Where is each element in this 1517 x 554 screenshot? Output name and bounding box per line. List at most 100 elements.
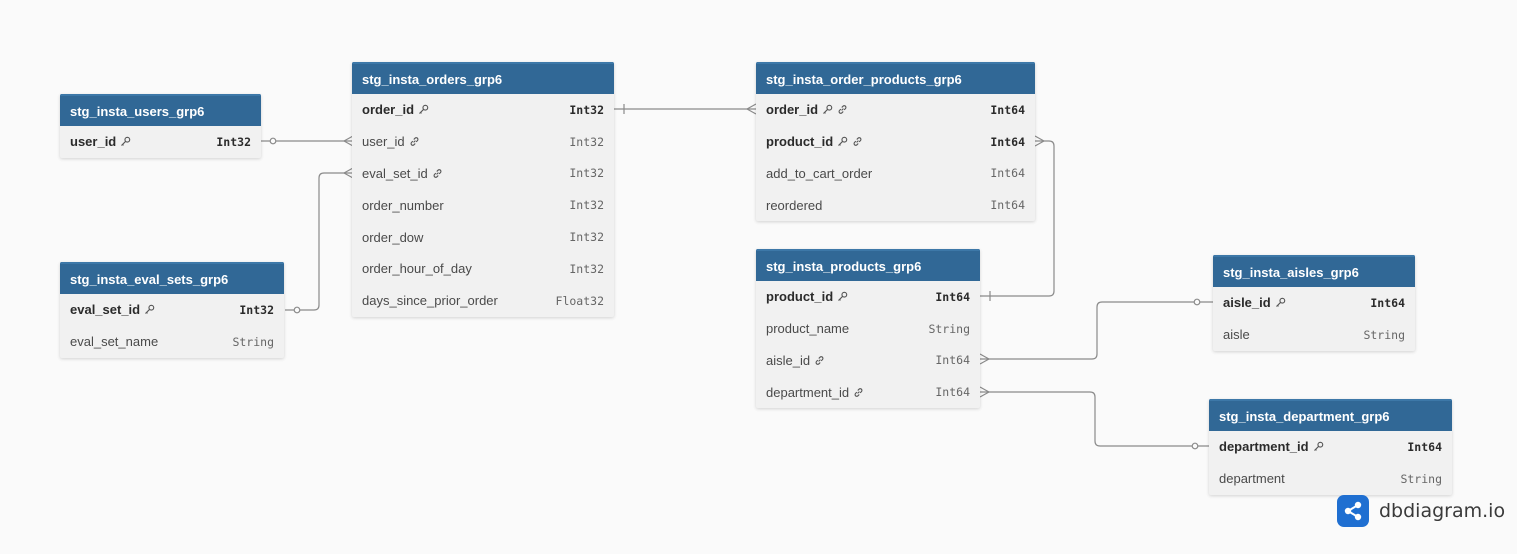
column-type: String bbox=[928, 321, 970, 336]
column-type: String bbox=[232, 334, 274, 349]
table-header[interactable]: stg_insta_department_grp6 bbox=[1209, 399, 1452, 431]
key-icon bbox=[144, 304, 155, 315]
column-row[interactable]: days_since_prior_order Float32 bbox=[352, 285, 614, 317]
column-type: Int64 bbox=[1407, 439, 1442, 454]
table-stg-insta-eval-sets-grp6[interactable]: stg_insta_eval_sets_grp6 eval_set_id Int… bbox=[60, 262, 284, 358]
column-row[interactable]: aisle String bbox=[1213, 319, 1415, 351]
column-name: order_id bbox=[362, 102, 415, 118]
column-row[interactable]: user_id Int32 bbox=[352, 126, 614, 158]
share-nodes-icon bbox=[1337, 495, 1369, 527]
table-header[interactable]: stg_insta_eval_sets_grp6 bbox=[60, 262, 284, 294]
column-row[interactable]: eval_set_id Int32 bbox=[60, 294, 284, 326]
column-type: String bbox=[1363, 327, 1405, 342]
key-icon bbox=[837, 291, 848, 302]
column-type: Int64 bbox=[990, 166, 1025, 181]
cardinality-many-marker bbox=[1034, 135, 1045, 147]
column-name: days_since_prior_order bbox=[362, 293, 498, 309]
cardinality-one-marker bbox=[293, 306, 301, 314]
key-icon bbox=[822, 104, 833, 115]
column-row[interactable]: user_id Int32 bbox=[60, 126, 261, 158]
column-type: Int32 bbox=[569, 102, 604, 117]
table-stg-insta-order-products-grp6[interactable]: stg_insta_order_products_grp6 order_id I… bbox=[756, 62, 1035, 222]
column-name: department_id bbox=[1219, 439, 1309, 455]
column-type: Int64 bbox=[935, 289, 970, 304]
column-row[interactable]: aisle_id Int64 bbox=[1213, 287, 1415, 319]
cardinality-one-marker bbox=[269, 137, 277, 145]
column-row[interactable]: reordered Int64 bbox=[756, 189, 1035, 221]
column-row[interactable]: product_id Int64 bbox=[756, 281, 980, 313]
rel-line-aisles-products bbox=[980, 301, 1213, 360]
column-name: aisle_id bbox=[766, 352, 811, 368]
column-name: eval_set_name bbox=[70, 334, 159, 350]
column-row[interactable]: aisle_id Int64 bbox=[756, 345, 980, 377]
rel-line-eval-sets-orders bbox=[285, 172, 353, 311]
column-type: Int32 bbox=[569, 166, 604, 181]
cardinality-one-marker bbox=[1193, 298, 1201, 306]
link-icon bbox=[409, 136, 420, 147]
cardinality-many-marker bbox=[746, 103, 757, 115]
column-row[interactable]: department String bbox=[1209, 463, 1452, 495]
column-row[interactable]: department_id Int64 bbox=[1209, 431, 1452, 463]
cardinality-many-marker bbox=[979, 353, 990, 365]
column-name: order_number bbox=[362, 197, 444, 213]
column-type: Int32 bbox=[569, 134, 604, 149]
table-header[interactable]: stg_insta_orders_grp6 bbox=[352, 62, 614, 94]
table-stg-insta-orders-grp6[interactable]: stg_insta_orders_grp6 order_id Int32 use… bbox=[352, 62, 614, 317]
column-row[interactable]: department_id Int64 bbox=[756, 376, 980, 408]
column-row[interactable]: product_name String bbox=[756, 313, 980, 345]
key-icon bbox=[120, 136, 131, 147]
table-header[interactable]: stg_insta_order_products_grp6 bbox=[756, 62, 1035, 94]
column-row[interactable]: order_number Int32 bbox=[352, 189, 614, 221]
key-icon bbox=[837, 136, 848, 147]
column-name: add_to_cart_order bbox=[766, 165, 873, 181]
column-row[interactable]: add_to_cart_order Int64 bbox=[756, 158, 1035, 190]
table-stg-insta-products-grp6[interactable]: stg_insta_products_grp6 product_id Int64… bbox=[756, 249, 980, 409]
column-type: Int32 bbox=[569, 261, 604, 276]
column-name: product_name bbox=[766, 321, 850, 337]
column-type: Int64 bbox=[935, 385, 970, 400]
table-header[interactable]: stg_insta_products_grp6 bbox=[756, 249, 980, 281]
table-header[interactable]: stg_insta_users_grp6 bbox=[60, 94, 261, 126]
brand-name: dbdiagram.io bbox=[1379, 500, 1506, 522]
column-name: aisle bbox=[1223, 327, 1250, 343]
column-name: order_id bbox=[766, 102, 819, 118]
link-icon bbox=[853, 387, 864, 398]
dbdiagram-brand-link[interactable]: dbdiagram.io bbox=[1337, 494, 1505, 528]
column-type: Int32 bbox=[569, 198, 604, 213]
column-name: department bbox=[1219, 471, 1285, 487]
column-name: product_id bbox=[766, 289, 834, 305]
column-type: Int32 bbox=[216, 134, 251, 149]
column-name: reordered bbox=[766, 197, 823, 213]
table-header[interactable]: stg_insta_aisles_grp6 bbox=[1213, 255, 1415, 287]
column-row[interactable]: order_id Int64 bbox=[756, 94, 1035, 126]
column-type: Int64 bbox=[1370, 295, 1405, 310]
link-icon bbox=[432, 168, 443, 179]
column-type: String bbox=[1400, 471, 1442, 486]
column-type: Int32 bbox=[239, 302, 274, 317]
column-type: Int64 bbox=[935, 353, 970, 368]
rel-line-department-products bbox=[980, 391, 1209, 447]
link-icon bbox=[837, 104, 848, 115]
column-row[interactable]: order_dow Int32 bbox=[352, 221, 614, 253]
column-row[interactable]: order_id Int32 bbox=[352, 94, 614, 126]
key-icon bbox=[418, 104, 429, 115]
column-type: Int64 bbox=[990, 198, 1025, 213]
cardinality-one-marker bbox=[1191, 442, 1199, 450]
column-row[interactable]: eval_set_id Int32 bbox=[352, 158, 614, 190]
table-stg-insta-users-grp6[interactable]: stg_insta_users_grp6 user_id Int32 bbox=[60, 94, 261, 158]
cardinality-many-marker bbox=[979, 386, 990, 398]
link-icon bbox=[814, 355, 825, 366]
table-stg-insta-department-grp6[interactable]: stg_insta_department_grp6 department_id … bbox=[1209, 399, 1452, 495]
diagram-canvas[interactable]: stg_insta_users_grp6 user_id Int32 stg_i… bbox=[0, 0, 1517, 554]
table-stg-insta-aisles-grp6[interactable]: stg_insta_aisles_grp6 aisle_id Int64 ais… bbox=[1213, 255, 1415, 351]
column-row[interactable]: product_id Int64 bbox=[756, 126, 1035, 158]
column-name: user_id bbox=[70, 134, 117, 150]
column-type: Int32 bbox=[569, 230, 604, 245]
column-name: department_id bbox=[766, 384, 850, 400]
column-name: eval_set_id bbox=[362, 165, 428, 181]
column-row[interactable]: order_hour_of_day Int32 bbox=[352, 253, 614, 285]
column-name: product_id bbox=[766, 134, 834, 150]
column-name: order_dow bbox=[362, 229, 424, 245]
link-icon bbox=[852, 136, 863, 147]
column-row[interactable]: eval_set_name String bbox=[60, 326, 284, 358]
